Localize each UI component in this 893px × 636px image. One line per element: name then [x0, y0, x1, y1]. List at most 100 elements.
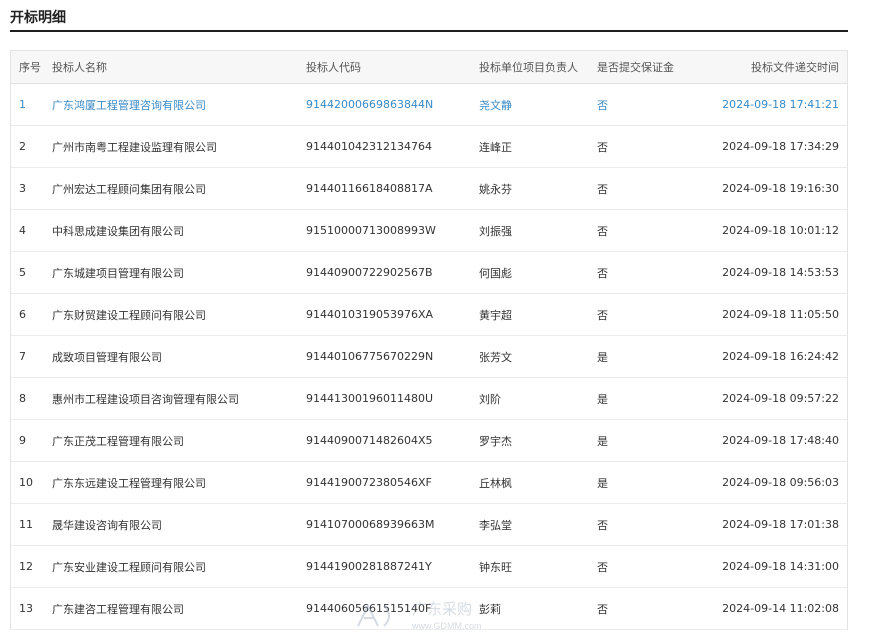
cell-project-leader: 钟东旺: [479, 545, 597, 588]
header-bidder-code: 投标人代码: [306, 51, 479, 84]
cell-no[interactable]: 1: [11, 83, 52, 126]
cell-no: 2: [11, 125, 52, 168]
bid-opening-table: 序号 投标人名称 投标人代码 投标单位项目负责人 是否提交保证金 投标文件递交时…: [10, 50, 848, 630]
cell-deposit: 否: [597, 167, 677, 210]
cell-deposit: 否: [597, 209, 677, 252]
cell-bidder-code: 91440605661515140F: [306, 587, 479, 630]
cell-submit-time: 2024-09-18 14:53:53: [677, 251, 847, 294]
cell-bidder-code: 914409007148260​4X5: [306, 419, 479, 462]
cell-bidder-code: 914401042312134764: [306, 125, 479, 168]
cell-project-leader: 姚永芬: [479, 167, 597, 210]
cell-no: 7: [11, 335, 52, 378]
cell-deposit: 否: [597, 125, 677, 168]
cell-deposit[interactable]: 否: [597, 83, 677, 126]
cell-project-leader: 丘林枫: [479, 461, 597, 504]
cell-bidder-name: 广东安业建设工程顾问有限公司: [52, 545, 306, 588]
cell-submit-time: 2024-09-18 10:01:12: [677, 209, 847, 252]
cell-no: 9: [11, 419, 52, 462]
cell-submit-time: 2024-09-18 17:01:38: [677, 503, 847, 546]
table-row: 11 晟华建设咨询有限公司 91410700068939663M 李弘堂否 2024-0…: [11, 503, 847, 546]
cell-submit-time: 2024-09-18 11:05:50: [677, 293, 847, 336]
cell-bidder-name: 广东建咨工程管理有限公司: [52, 587, 306, 630]
table-row: 5 广东城建项目管理有限公司 91440900722902567B 何国彪否 2024-…: [11, 251, 847, 294]
table-row: 4 中科思成建设集团有限公司 91510000713008993W 刘振强否 2024-…: [11, 209, 847, 252]
cell-submit-time: 2024-09-18 16:24:42: [677, 335, 847, 378]
cell-bidder-name: 惠州市工程建设项目咨询管理有限公司: [52, 377, 306, 420]
cell-deposit: 否: [597, 251, 677, 294]
cell-bidder-name: 广州市南粤工程建设监理有限公司: [52, 125, 306, 168]
cell-submit-time: 2024-09-18 09:57:22: [677, 377, 847, 420]
cell-deposit: 是: [597, 419, 677, 462]
cell-project-leader: 刘阶: [479, 377, 597, 420]
cell-bidder-name: 广东财贸建设工程顾问有限公司: [52, 293, 306, 336]
cell-project-leader: 李弘堂: [479, 503, 597, 546]
cell-deposit: 否: [597, 587, 677, 630]
table-header-row: 序号 投标人名称 投标人代码 投标单位项目负责人 是否提交保证金 投标文件递交时…: [11, 51, 847, 84]
table-row: 10 广东东远建设工程管理有限公司 9144190072380546XF 丘林枫是 20…: [11, 461, 847, 504]
table-row: 2 广州市南粤工程建设监理有限公司 914401042312134764 连峰正否 20…: [11, 125, 847, 168]
cell-deposit: 是: [597, 461, 677, 504]
cell-project-leader: 彭莉: [479, 587, 597, 630]
cell-submit-time: 2024-09-18 14:31:00: [677, 545, 847, 588]
cell-bidder-code: 91410700068939663M: [306, 503, 479, 546]
header-deposit: 是否提交保证金: [597, 51, 677, 84]
cell-bidder-code: 91441900281887241Y: [306, 545, 479, 588]
table-row: 8 惠州市工程建设项目咨询管理有限公司 91441300196011480U 刘阶是 2…: [11, 377, 847, 420]
cell-deposit: 否: [597, 545, 677, 588]
cell-project-leader: 何国彪: [479, 251, 597, 294]
cell-bidder-name: 广东城建项目管理有限公司: [52, 251, 306, 294]
header-project-leader: 投标单位项目负责人: [479, 51, 597, 84]
cell-no: 10: [11, 461, 52, 504]
cell-submit-time[interactable]: 2024-09-18 17:41:21: [677, 83, 847, 126]
cell-no: 13: [11, 587, 52, 630]
cell-project-leader: 连峰正: [479, 125, 597, 168]
cell-bidder-code: 9144190072380546XF: [306, 461, 479, 504]
header-no: 序号: [11, 51, 52, 84]
table-row: 9 广东正茂工程管理有限公司 914409007148260​4X5 罗宇杰是 2024…: [11, 419, 847, 462]
cell-deposit: 是: [597, 377, 677, 420]
header-submit-time: 投标文件递交时间: [677, 51, 847, 84]
cell-bidder-code: 91440116618408817A: [306, 167, 479, 210]
cell-submit-time: 2024-09-18 09:56:03: [677, 461, 847, 504]
cell-submit-time: 2024-09-18 17:48:40: [677, 419, 847, 462]
cell-project-leader: 黄宇超: [479, 293, 597, 336]
cell-project-leader: 罗宇杰: [479, 419, 597, 462]
cell-no: 8: [11, 377, 52, 420]
cell-submit-time: 2024-09-18 19:16:30: [677, 167, 847, 210]
cell-bidder-name: 广州宏达工程顾问集团有限公司: [52, 167, 306, 210]
table-row: 7 成致项目管理有限公司 91440106775670229N 张芳文是 2024-09…: [11, 335, 847, 378]
cell-bidder-name: 广东正茂工程管理有限公司: [52, 419, 306, 462]
cell-no: 5: [11, 251, 52, 294]
cell-no: 6: [11, 293, 52, 336]
table-row: 6 广东财贸建设工程顾问有限公司 9144010319053976XA 黄宇超否 202…: [11, 293, 847, 336]
cell-bidder-code: 91440900722902567B: [306, 251, 479, 294]
table-row[interactable]: 1 广东鸿厦工程管理咨询有限公司 91442000669863844N 尧文静否 202…: [11, 83, 847, 126]
cell-deposit: 否: [597, 503, 677, 546]
cell-bidder-name: 中科思成建设集团有限公司: [52, 209, 306, 252]
cell-project-leader: 张芳文: [479, 335, 597, 378]
cell-deposit: 否: [597, 293, 677, 336]
cell-no: 3: [11, 167, 52, 210]
header-bidder-name: 投标人名称: [52, 51, 306, 84]
table-row: 3 广州宏达工程顾问集团有限公司 91440116618408817A 姚永芬否 202…: [11, 167, 847, 210]
table-row: 13 广东建咨工程管理有限公司 91440605661515140F 彭莉否 2024-…: [11, 587, 847, 630]
cell-project-leader[interactable]: 尧文静: [479, 83, 597, 126]
cell-bidder-code: 9144010319053976XA: [306, 293, 479, 336]
cell-bidder-code[interactable]: 91442000669863844N: [306, 83, 479, 126]
section-title: 开标明细: [10, 8, 848, 32]
cell-bidder-code: 91441300196011480U: [306, 377, 479, 420]
cell-deposit: 是: [597, 335, 677, 378]
cell-bidder-code: 91510000713008993W: [306, 209, 479, 252]
cell-bidder-name: 成致项目管理有限公司: [52, 335, 306, 378]
cell-submit-time: 2024-09-18 17:34:29: [677, 125, 847, 168]
cell-submit-time: 2024-09-14 11:02:08: [677, 587, 847, 630]
cell-bidder-code: 91440106775670229N: [306, 335, 479, 378]
cell-bidder-name: 广东东远建设工程管理有限公司: [52, 461, 306, 504]
cell-bidder-name: 晟华建设咨询有限公司: [52, 503, 306, 546]
cell-no: 11: [11, 503, 52, 546]
cell-project-leader: 刘振强: [479, 209, 597, 252]
cell-no: 12: [11, 545, 52, 588]
cell-no: 4: [11, 209, 52, 252]
cell-bidder-name[interactable]: 广东鸿厦工程管理咨询有限公司: [52, 83, 306, 126]
table-row: 12 广东安业建设工程顾问有限公司 91441900281887241Y 钟东旺否 20…: [11, 545, 847, 588]
